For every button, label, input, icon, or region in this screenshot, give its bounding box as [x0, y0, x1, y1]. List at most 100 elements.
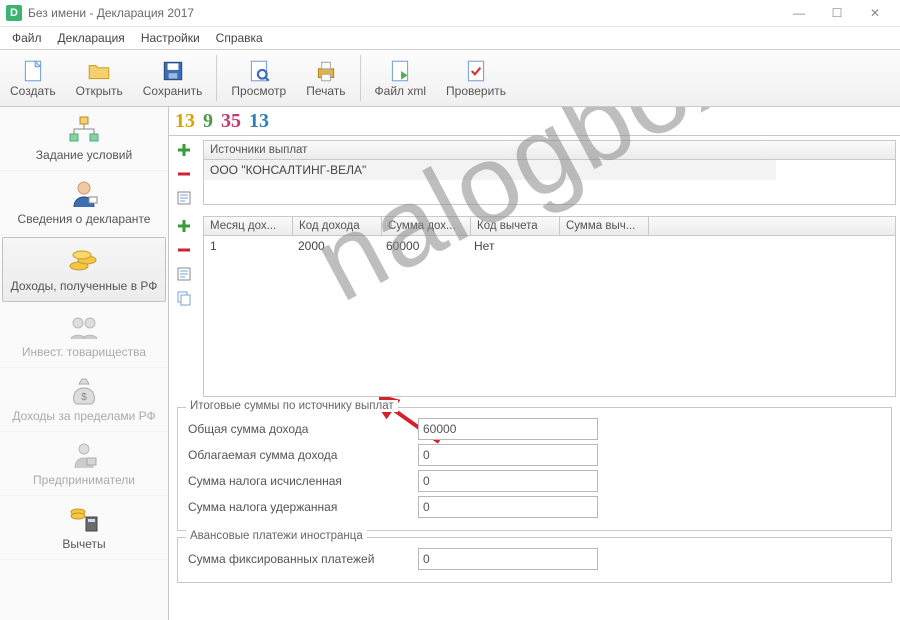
toolbar-check-label: Проверить — [446, 84, 506, 98]
fixed-input[interactable] — [418, 548, 598, 570]
sidebar: Задание условий Сведения о декларанте До… — [0, 107, 169, 620]
svg-text:$: $ — [81, 392, 87, 403]
app-icon: D — [6, 5, 22, 21]
sidebar-item-label: Доходы за пределами РФ — [12, 409, 155, 423]
toolbar-save[interactable]: Сохранить — [133, 54, 213, 102]
edit-icon — [176, 190, 192, 206]
minus-icon — [176, 242, 192, 258]
print-icon — [313, 58, 339, 84]
toolbar-xml-label: Файл xml — [375, 84, 427, 98]
totals-legend: Итоговые суммы по источнику выплат — [186, 400, 398, 412]
rate-tab-35[interactable]: 35 — [221, 110, 241, 133]
toolbar-print-label: Печать — [306, 84, 345, 98]
sidebar-item-invest[interactable]: Инвест. товарищества — [0, 304, 168, 368]
plus-icon — [176, 218, 192, 234]
col-dsum[interactable]: Сумма выч... — [560, 217, 649, 235]
totals-fieldset: Итоговые суммы по источнику выплат Общая… — [177, 407, 892, 531]
sidebar-item-income-rf[interactable]: Доходы, полученные в РФ — [2, 237, 166, 302]
toolbar-print[interactable]: Печать — [296, 54, 355, 102]
col-dcode[interactable]: Код вычета — [471, 217, 560, 235]
rate-tab-13b[interactable]: 13 — [249, 110, 269, 133]
rate-tab-9[interactable]: 9 — [203, 110, 213, 133]
col-code[interactable]: Код дохода — [293, 217, 382, 235]
businessman-icon — [67, 440, 101, 470]
minimize-button[interactable]: — — [780, 2, 818, 24]
fixed-label: Сумма фиксированных платежей — [188, 552, 418, 566]
add-source-button[interactable] — [174, 140, 194, 160]
person-icon — [67, 179, 101, 209]
rate-tab-13[interactable]: 13 — [175, 110, 195, 133]
withheld-label: Сумма налога удержанная — [188, 500, 418, 514]
total-income-input[interactable] — [418, 418, 598, 440]
menu-settings[interactable]: Настройки — [133, 29, 208, 47]
total-income-label: Общая сумма дохода — [188, 422, 418, 436]
close-button[interactable]: ✕ — [856, 2, 894, 24]
taxable-label: Облагаемая сумма дохода — [188, 448, 418, 462]
window-title: Без имени - Декларация 2017 — [28, 6, 194, 20]
toolbar-separator — [360, 55, 361, 101]
add-income-button[interactable] — [174, 216, 194, 236]
toolbar-separator — [216, 55, 217, 101]
calc-label: Сумма налога исчисленная — [188, 474, 418, 488]
copy-income-button[interactable] — [174, 288, 194, 308]
edit-income-button[interactable] — [174, 264, 194, 284]
toolbar-create[interactable]: Создать — [0, 54, 66, 102]
sidebar-item-label: Вычеты — [62, 537, 105, 551]
moneybag-icon: $ — [67, 376, 101, 406]
sidebar-item-declarant[interactable]: Сведения о декларанте — [0, 171, 168, 235]
sidebar-item-label: Инвест. товарищества — [22, 345, 146, 359]
cell-code: 2000 — [292, 236, 380, 256]
cell-dcode: Нет — [468, 236, 556, 256]
sidebar-item-label: Сведения о декларанте — [18, 212, 151, 226]
income-table: Месяц дох... Код дохода Сумма дох... Код… — [203, 216, 896, 397]
partnership-icon — [67, 312, 101, 342]
col-month[interactable]: Месяц дох... — [204, 217, 293, 235]
maximize-button[interactable]: ☐ — [818, 2, 856, 24]
titlebar: D Без имени - Декларация 2017 — ☐ ✕ — [0, 0, 900, 27]
toolbar-check[interactable]: Проверить — [436, 54, 516, 102]
rate-tabs: 13 9 35 13 — [169, 107, 900, 136]
check-icon — [463, 58, 489, 84]
xml-file-icon — [387, 58, 413, 84]
menu-declaration[interactable]: Декларация — [50, 29, 133, 47]
toolbar-preview-label: Просмотр — [231, 84, 286, 98]
sidebar-item-income-abroad[interactable]: $ Доходы за пределами РФ — [0, 368, 168, 432]
cell-dsum — [556, 236, 644, 256]
calc-input[interactable] — [418, 470, 598, 492]
cell-sum: 60000 — [380, 236, 468, 256]
sidebar-item-conditions[interactable]: Задание условий — [0, 107, 168, 171]
source-row[interactable]: ООО "КОНСАЛТИНГ-ВЕЛА" — [204, 160, 776, 180]
remove-income-button[interactable] — [174, 240, 194, 260]
sources-list[interactable]: ООО "КОНСАЛТИНГ-ВЕЛА" — [203, 160, 896, 205]
toolbar-xml[interactable]: Файл xml — [365, 54, 437, 102]
content: nalogbox.ru 13 9 35 13 Источники выплат … — [169, 107, 900, 620]
income-table-body[interactable]: 1 2000 60000 Нет — [204, 236, 895, 396]
menu-help[interactable]: Справка — [208, 29, 271, 47]
sidebar-item-label: Задание условий — [36, 148, 132, 162]
advance-fieldset: Авансовые платежи иностранца Сумма фикси… — [177, 537, 892, 583]
toolbar-create-label: Создать — [10, 84, 56, 98]
col-sum[interactable]: Сумма дох... — [382, 217, 471, 235]
toolbar-open[interactable]: Открыть — [66, 54, 133, 102]
open-folder-icon — [86, 58, 112, 84]
sidebar-item-label: Предприниматели — [33, 473, 135, 487]
preview-icon — [246, 58, 272, 84]
taxable-input[interactable] — [418, 444, 598, 466]
table-row[interactable]: 1 2000 60000 Нет — [204, 236, 895, 256]
toolbar-save-label: Сохранить — [143, 84, 203, 98]
toolbar: Создать Открыть Сохранить Просмотр Печат… — [0, 50, 900, 107]
sources-header: Источники выплат — [203, 140, 896, 160]
menubar: Файл Декларация Настройки Справка — [0, 27, 900, 50]
edit-source-button[interactable] — [174, 188, 194, 208]
toolbar-open-label: Открыть — [76, 84, 123, 98]
withheld-input[interactable] — [418, 496, 598, 518]
menu-file[interactable]: Файл — [4, 29, 50, 47]
sidebar-item-entrepreneur[interactable]: Предприниматели — [0, 432, 168, 496]
sidebar-item-deductions[interactable]: Вычеты — [0, 496, 168, 560]
toolbar-preview[interactable]: Просмотр — [221, 54, 296, 102]
save-icon — [160, 58, 186, 84]
cell-month: 1 — [204, 236, 292, 256]
minus-icon — [176, 166, 192, 182]
remove-source-button[interactable] — [174, 164, 194, 184]
diagram-icon — [67, 115, 101, 145]
